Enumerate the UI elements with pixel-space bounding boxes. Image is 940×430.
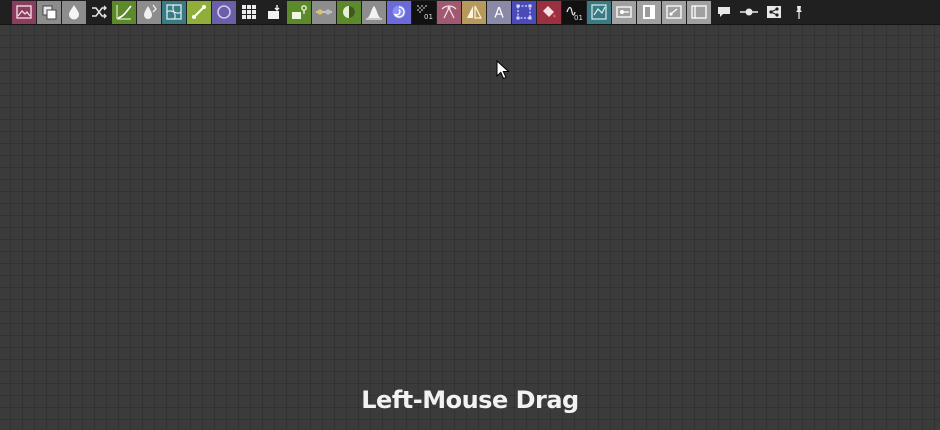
arrow-cursor-icon	[496, 60, 510, 80]
share-graph-icon	[767, 6, 781, 18]
noise-button[interactable]: 01	[412, 0, 436, 24]
curve-icon	[116, 5, 132, 20]
output-bucket-icon	[268, 5, 280, 19]
histogram-scan-button[interactable]	[362, 0, 386, 24]
curve-button[interactable]	[112, 0, 136, 24]
selection-button[interactable]	[512, 0, 536, 24]
histogram-range-button[interactable]	[337, 0, 361, 24]
levels-button[interactable]	[137, 0, 161, 24]
comment-icon	[718, 7, 730, 17]
text-glyph: A	[494, 6, 504, 22]
blur-button[interactable]	[62, 0, 86, 24]
bitmap-icon	[643, 5, 655, 19]
gradient-map-button[interactable]	[187, 0, 211, 24]
frame-icon	[691, 5, 707, 19]
text-icon: A	[494, 6, 504, 22]
distance-button[interactable]	[587, 0, 611, 24]
dot-connector-button[interactable]	[737, 1, 761, 24]
node-toolbar: 01 A 01	[0, 0, 940, 25]
comment-button[interactable]	[712, 1, 736, 24]
uniform-color-button[interactable]	[37, 0, 61, 24]
path-button[interactable]	[437, 0, 461, 24]
swirl-button[interactable]	[387, 0, 411, 24]
warp-button[interactable]	[162, 0, 186, 24]
function-button[interactable]: 01	[562, 0, 586, 24]
warp-icon	[166, 4, 182, 20]
mirror-icon	[467, 5, 482, 19]
slider-node-button[interactable]	[312, 0, 336, 24]
node-graph-button[interactable]	[662, 0, 686, 24]
histogram-range-icon	[343, 6, 355, 18]
blur-drop-icon	[69, 5, 79, 20]
node-graph-icon	[666, 5, 682, 19]
text-button[interactable]: A	[487, 0, 511, 24]
node-link-icon	[616, 6, 632, 18]
pin-icon	[796, 6, 802, 19]
fill-button[interactable]	[537, 0, 561, 24]
noise-01-icon: 01	[417, 5, 433, 21]
uniform-color-icon	[42, 5, 57, 20]
image-input-button[interactable]	[12, 0, 36, 24]
gradient-map-icon	[192, 5, 206, 19]
shape-button[interactable]	[212, 0, 236, 24]
node-link-button[interactable]	[612, 0, 636, 24]
output-button[interactable]	[262, 1, 286, 24]
noise-digits: 01	[424, 13, 433, 21]
tile-grid-button[interactable]	[237, 1, 261, 24]
tile-grid-icon	[242, 5, 256, 19]
share-graph-button[interactable]	[762, 1, 786, 24]
bitmap-button[interactable]	[637, 0, 661, 24]
pin-button[interactable]	[787, 1, 811, 24]
swirl-icon	[392, 5, 406, 19]
slider-node-icon	[316, 9, 332, 15]
shuffle-icon	[92, 5, 107, 19]
frame-button[interactable]	[687, 0, 711, 24]
drag-hint-label: Left-Mouse Drag	[361, 386, 579, 414]
levels-drop-icon	[144, 4, 157, 19]
selection-box-icon	[516, 4, 532, 20]
app-window: 01 A 01 Left-Mouse Drag	[0, 0, 940, 430]
path-node-icon	[441, 5, 457, 19]
distance-icon	[591, 4, 607, 20]
shuffle-button[interactable]	[87, 1, 111, 24]
fill-bucket-icon	[543, 6, 556, 18]
function-digits: 01	[574, 14, 583, 21]
gradient-dynamic-icon	[292, 5, 307, 19]
dot-connector-icon	[740, 8, 758, 16]
circle-shape-icon	[217, 5, 231, 19]
graph-canvas[interactable]	[0, 25, 940, 430]
mirror-button[interactable]	[462, 0, 486, 24]
image-input-icon	[16, 5, 32, 19]
function-01-icon: 01	[566, 6, 583, 21]
histogram-scan-icon	[366, 6, 382, 20]
gradient-dynamic-button[interactable]	[287, 0, 311, 24]
